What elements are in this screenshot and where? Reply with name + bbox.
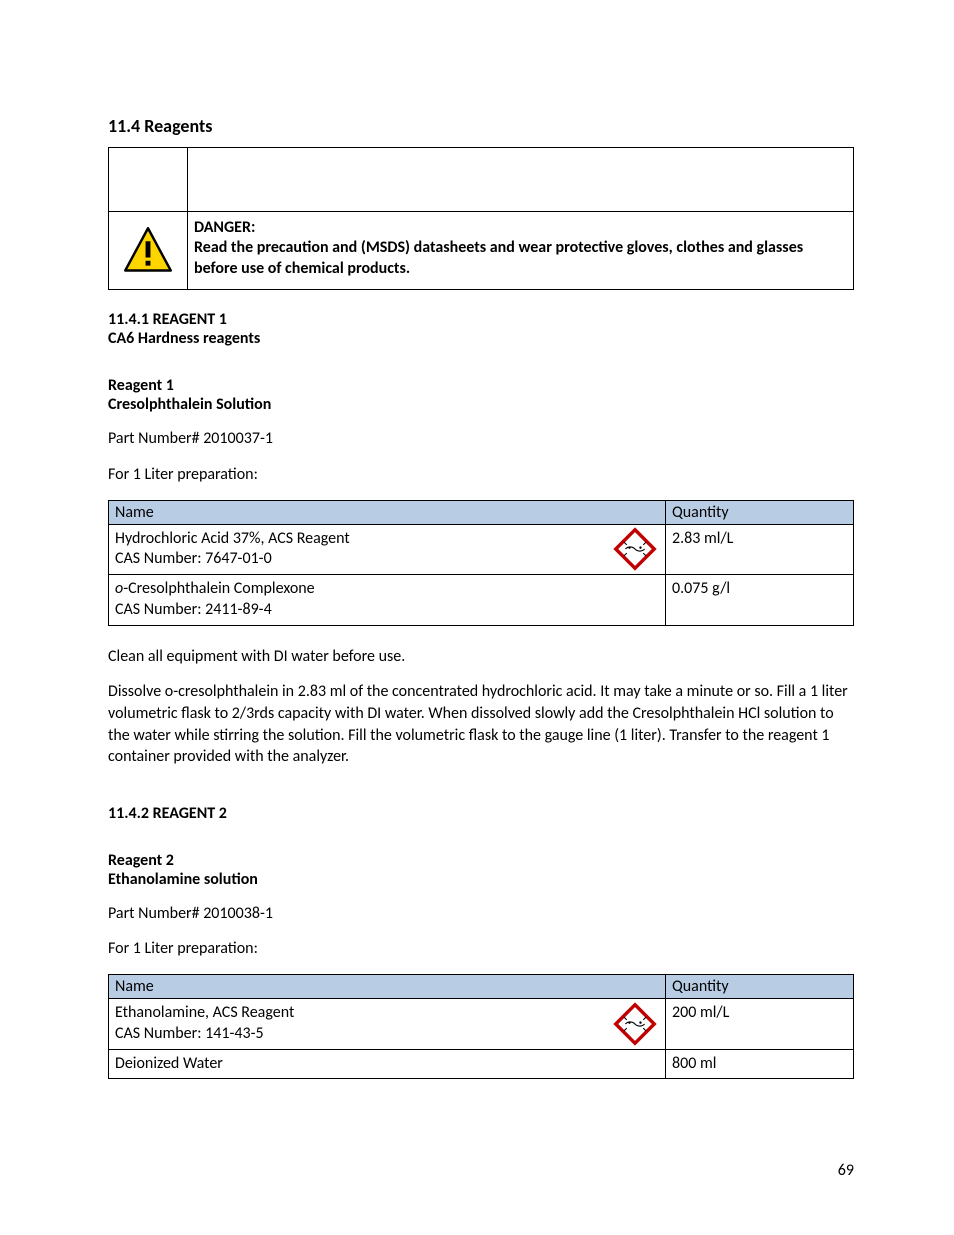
danger-empty-text-cell bbox=[188, 148, 854, 212]
cell-name: Deionized Water bbox=[109, 1049, 666, 1079]
reagent2-part-number: Part Number# 2010038-1 bbox=[108, 903, 854, 925]
cell-qty: 2.83 ml/L bbox=[666, 524, 854, 575]
reagent1-table: Name Quantity Hydrochloric Acid 37%, ACS… bbox=[108, 500, 854, 626]
reagent1-subtitle: CA6 Hardness reagents bbox=[108, 329, 854, 348]
chemical-name: Ethanolamine, ACS Reagent bbox=[115, 1003, 659, 1024]
cell-qty: 800 ml bbox=[666, 1049, 854, 1079]
danger-label: DANGER: bbox=[194, 218, 845, 238]
cell-qty: 200 ml/L bbox=[666, 998, 854, 1049]
table-row: Deionized Water 800 ml bbox=[109, 1049, 854, 1079]
col-header-name: Name bbox=[109, 974, 666, 998]
cas-number: CAS Number: 141-43-5 bbox=[115, 1024, 659, 1045]
table-header-row: Name Quantity bbox=[109, 974, 854, 998]
chemical-name: Deionized Water bbox=[115, 1054, 659, 1075]
reagent1-instructions-2: Dissolve o-cresolphthalein in 2.83 ml of… bbox=[108, 681, 854, 767]
ghs-hazard-icon bbox=[613, 527, 657, 571]
document-page: 11.4 Reagents DANGER: Read the precautio… bbox=[0, 0, 954, 1235]
col-header-qty: Quantity bbox=[666, 974, 854, 998]
cas-number: CAS Number: 2411-89-4 bbox=[115, 600, 659, 621]
danger-text-cell: DANGER: Read the precaution and (MSDS) d… bbox=[188, 212, 854, 290]
reagent2-section-number: 11.4.2 REAGENT 2 bbox=[108, 804, 854, 823]
page-number: 69 bbox=[838, 1161, 854, 1180]
reagent1-instructions-1: Clean all equipment with DI water before… bbox=[108, 646, 854, 668]
warning-triangle-icon bbox=[122, 225, 174, 277]
reagent1-label: Reagent 1 bbox=[108, 376, 854, 395]
cell-name: Ethanolamine, ACS Reagent CAS Number: 14… bbox=[109, 998, 666, 1049]
col-header-qty: Quantity bbox=[666, 500, 854, 524]
table-row: Hydrochloric Acid 37%, ACS Reagent CAS N… bbox=[109, 524, 854, 575]
reagent1-prep-note: For 1 Liter preparation: bbox=[108, 464, 854, 486]
chemical-name: Hydrochloric Acid 37%, ACS Reagent bbox=[115, 529, 659, 550]
reagent1-section-number: 11.4.1 REAGENT 1 bbox=[108, 310, 854, 329]
cell-name: o-Cresolphthalein Complexone CAS Number:… bbox=[109, 575, 666, 626]
cell-qty: 0.075 g/l bbox=[666, 575, 854, 626]
reagent2-label: Reagent 2 bbox=[108, 851, 854, 870]
chemical-name: o-Cresolphthalein Complexone bbox=[115, 579, 659, 600]
reagent2-prep-note: For 1 Liter preparation: bbox=[108, 938, 854, 960]
ghs-hazard-icon bbox=[613, 1002, 657, 1046]
cas-number: CAS Number: 7647-01-0 bbox=[115, 549, 659, 570]
danger-empty-icon-cell bbox=[109, 148, 188, 212]
cell-name: Hydrochloric Acid 37%, ACS Reagent CAS N… bbox=[109, 524, 666, 575]
table-row: Ethanolamine, ACS Reagent CAS Number: 14… bbox=[109, 998, 854, 1049]
col-header-name: Name bbox=[109, 500, 666, 524]
reagent2-name: Ethanolamine solution bbox=[108, 870, 854, 889]
danger-text: Read the precaution and (MSDS) datasheet… bbox=[194, 238, 845, 279]
table-row: o-Cresolphthalein Complexone CAS Number:… bbox=[109, 575, 854, 626]
reagent2-table: Name Quantity Ethanolamine, ACS Reagent … bbox=[108, 974, 854, 1079]
danger-table: DANGER: Read the precaution and (MSDS) d… bbox=[108, 147, 854, 290]
section-heading: 11.4 Reagents bbox=[108, 115, 854, 137]
danger-icon-cell bbox=[109, 212, 188, 290]
table-header-row: Name Quantity bbox=[109, 500, 854, 524]
reagent1-name: Cresolphthalein Solution bbox=[108, 395, 854, 414]
reagent1-part-number: Part Number# 2010037-1 bbox=[108, 428, 854, 450]
